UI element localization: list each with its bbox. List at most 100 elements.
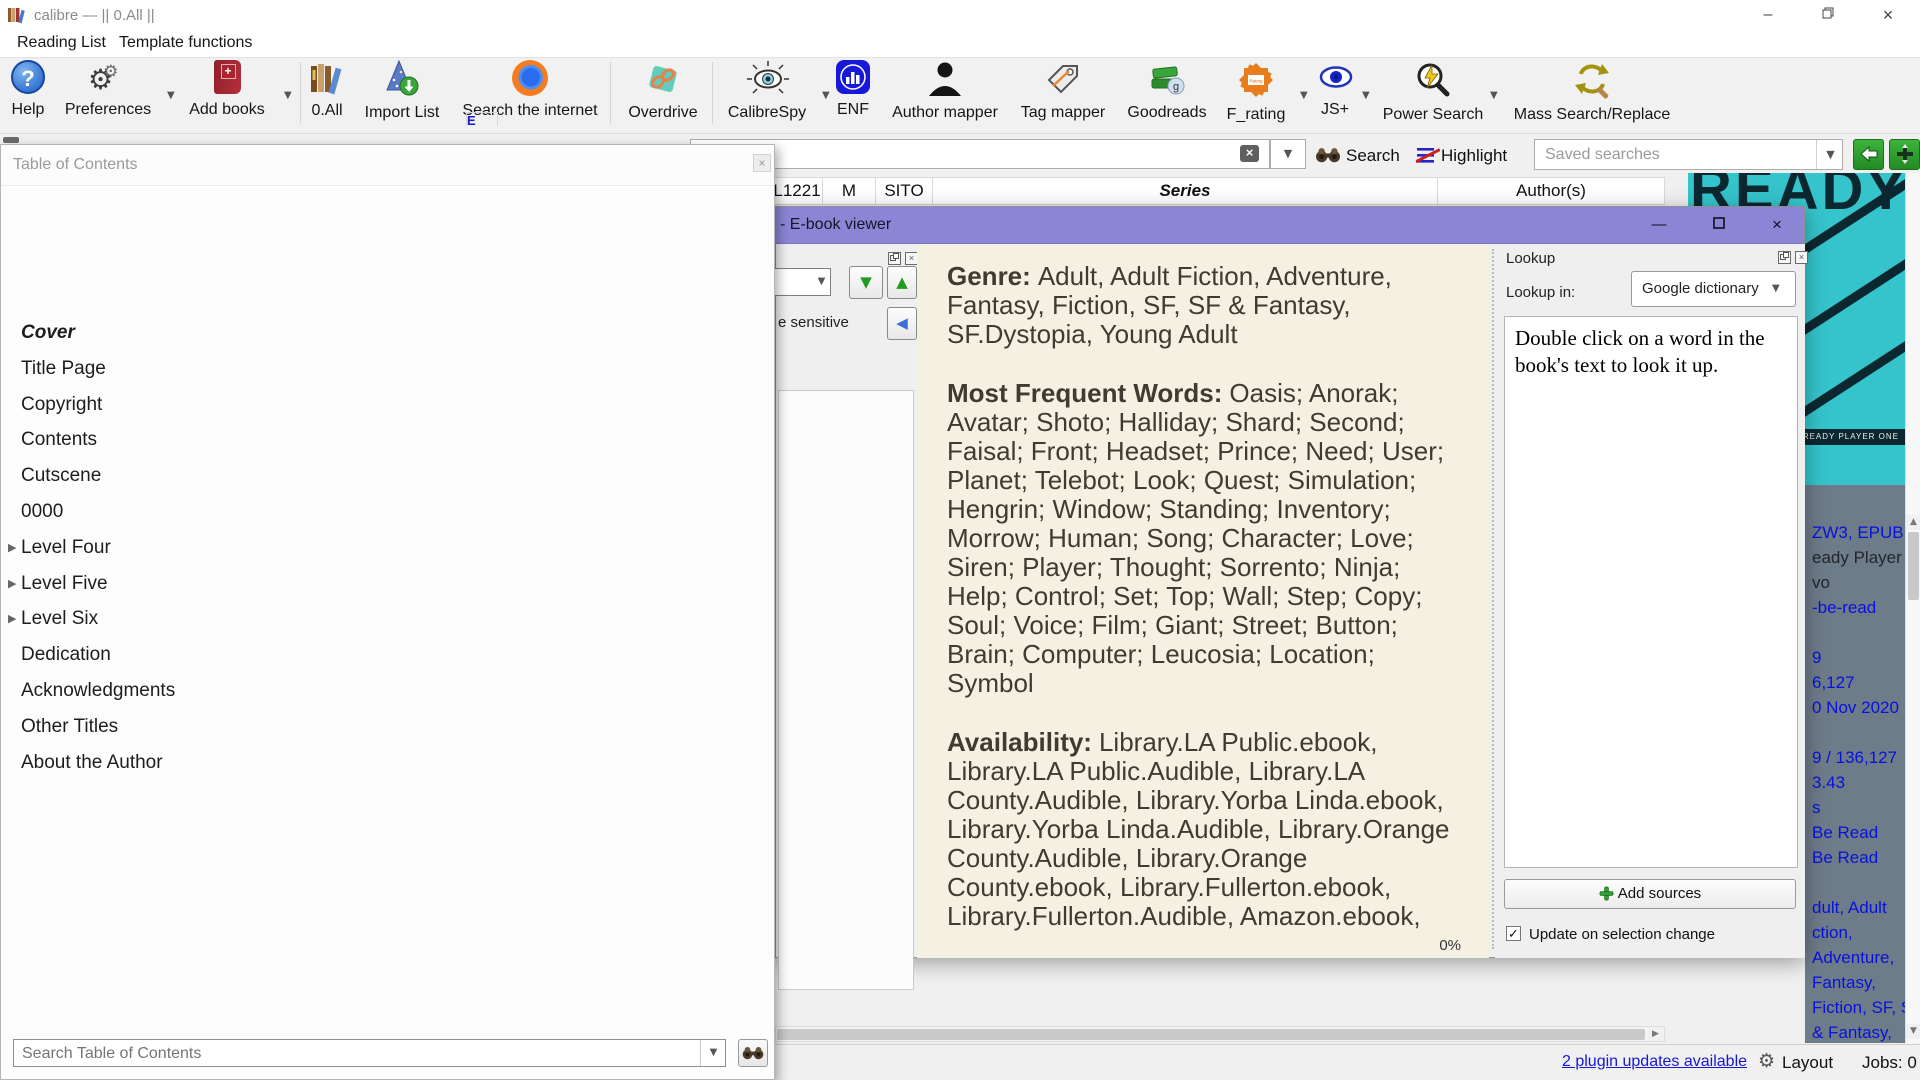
toc-entry-level-four[interactable]: ▶ Level Four [1,534,771,562]
viewer-maximize-button[interactable] [1702,215,1736,235]
case-sensitive-label[interactable]: e sensitive [778,314,849,331]
column-header-series[interactable]: Series [932,177,1437,205]
highlight-button[interactable]: Highlight [1441,146,1507,166]
toc-entry-contents[interactable]: ▶ Contents [1,426,771,454]
expand-arrow-icon[interactable]: ▶ [8,605,16,633]
clear-search-icon[interactable]: × [1240,145,1259,162]
toolbar-button-mass-search-replace[interactable]: ▼ Mass Search/Replace [1512,60,1672,124]
content-text: Library.LA Public.ebook, Library.LA Publ… [947,727,1450,931]
search-results-list[interactable] [778,390,914,990]
layout-gear-icon[interactable]: ⚙ [1758,1050,1775,1072]
search-button[interactable]: Search [1346,146,1400,166]
scrollbar-thumb[interactable] [777,1029,1645,1040]
toolbar-button-power-search[interactable]: ▼ Power Search [1353,60,1513,124]
book-detail-line[interactable]: 9 / 136,127 [1812,748,1897,768]
chevron-down-icon[interactable]: ▼ [813,269,830,295]
window-minimize-button[interactable]: – [1748,4,1788,26]
book-detail-line[interactable]: dult, Adult [1812,898,1887,918]
toc-entry-level-six[interactable]: ▶ Level Six [1,605,771,633]
toc-entry-cutscene[interactable]: ▶ Cutscene [1,462,771,490]
toc-entry-cover[interactable]: ▶ Cover [1,319,771,347]
toc-entry-level-five[interactable]: ▶ Level Five [1,570,771,598]
book-detail-line[interactable]: Fantasy, [1812,973,1876,993]
column-header-authors[interactable]: Author(s) [1437,177,1665,205]
expand-arrow-icon[interactable]: ▶ [8,570,16,598]
window-close-button[interactable]: × [1868,4,1908,26]
save-search-button[interactable] [1889,139,1920,170]
menu-reading-list[interactable]: Reading List [17,34,106,52]
book-detail-line[interactable]: eady Player [1812,548,1902,568]
toc-panel-title: Table of Contents [13,156,138,173]
column-header[interactable]: M [822,177,875,205]
book-detail-line[interactable]: & Fantasy, [1812,1023,1892,1043]
update-on-selection-checkbox[interactable]: ✓ [1506,926,1521,941]
scroll-right-icon[interactable]: ▶ [1648,1027,1663,1041]
toc-search-input[interactable] [20,1042,684,1066]
vertical-scrollbar[interactable]: ▲ ▼ [1905,173,1920,1043]
copy-search-button[interactable] [1853,139,1884,170]
toc-entry-dedication[interactable]: ▶ Dedication [1,641,771,669]
scroll-down-icon[interactable]: ▼ [1906,1024,1920,1039]
toc-panel: Table of Contents × ▶ Cover ▶ Title Page… [0,144,775,1080]
toc-entry-copyright[interactable]: ▶ Copyright [1,391,771,419]
book-detail-line[interactable]: 3.43 [1812,773,1845,793]
saved-searches-combo[interactable]: Saved searches ▼ [1534,139,1843,170]
toc-search-button[interactable] [738,1039,768,1067]
book-detail-line[interactable]: -be-read [1812,598,1876,618]
book-detail-line[interactable]: Fiction, SF, SF [1812,998,1905,1018]
toc-search-combo[interactable]: ▼ [13,1039,726,1067]
menubar: Reading List Template functions [0,30,1920,58]
book-detail-line[interactable]: Be Read [1812,848,1878,868]
content-heading: Availability: [947,727,1092,757]
book-detail-line[interactable]: 9 [1812,648,1821,668]
book-detail-line[interactable]: vo [1812,573,1830,593]
book-detail-line[interactable]: 6,127 [1812,673,1855,693]
book-detail-line[interactable]: 0 Nov 2020 [1812,698,1899,718]
toc-entry-acknowledgments[interactable]: ▶ Acknowledgments [1,677,771,705]
layout-button[interactable]: Layout [1782,1053,1833,1073]
horizontal-scrollbar[interactable]: ▶ [775,1026,1665,1042]
find-previous-button[interactable]: ▲ [887,266,917,299]
jobs-indicator[interactable]: Jobs: 0 [1862,1053,1917,1073]
toc-entry-other-titles[interactable]: ▶ Other Titles [1,713,771,741]
scroll-up-icon[interactable]: ▲ [1906,515,1920,530]
viewer-titlebar[interactable]: - E-book viewer — × [776,207,1804,244]
window-restore-button[interactable] [1808,4,1848,26]
toc-panel-header[interactable]: Table of Contents × [1,145,774,186]
find-next-button[interactable]: ▼ [849,266,883,299]
library-search-input[interactable] [690,139,1270,169]
scrollbar-thumb[interactable] [1908,532,1919,600]
chevron-down-icon[interactable]: ▼ [1772,283,1780,294]
chevron-down-icon[interactable]: ▼ [1490,90,1498,101]
book-detail-line[interactable]: ction, [1812,923,1853,943]
update-on-selection-label[interactable]: Update on selection change [1529,926,1715,943]
chevron-down-icon[interactable]: ▼ [1816,140,1844,169]
viewer-content[interactable]: 0% Genre: Adult, Adult Fiction, Adventure… [917,244,1489,958]
chevron-down-icon[interactable]: ▼ [700,1040,726,1066]
book-detail-line[interactable]: Be Read [1812,823,1878,843]
content-heading: Genre: [947,261,1031,291]
search-binoculars-icon[interactable] [1315,146,1341,168]
toc-entry-about-the-author[interactable]: ▶ About the Author [1,749,771,777]
lookup-source-select[interactable]: Google dictionary ▼ [1631,271,1796,307]
plugin-updates-link[interactable]: 2 plugin updates available [1562,1053,1747,1071]
viewer-close-button[interactable]: × [1760,215,1794,235]
book-detail-line[interactable]: s [1812,798,1821,818]
float-panel-icon[interactable] [888,252,901,265]
book-detail-line[interactable]: ZW3, EPUB [1812,523,1904,543]
expand-arrow-icon[interactable]: ▶ [8,534,16,562]
close-panel-icon[interactable]: × [1795,251,1808,264]
viewer-minimize-button[interactable]: — [1642,215,1676,235]
toc-entry-title-page[interactable]: ▶ Title Page [1,355,771,383]
column-header[interactable]: L1221 [771,177,822,205]
search-dropdown-button[interactable]: ▼ [1270,139,1306,169]
float-panel-icon[interactable] [1778,251,1791,264]
add-sources-button[interactable]: Add sources [1504,879,1796,909]
back-arrow-button[interactable]: ◀ [887,307,917,340]
book-detail-line[interactable]: Adventure, [1812,948,1894,968]
column-header[interactable]: SITO [875,177,932,205]
menu-template-functions[interactable]: Template functions [119,34,252,52]
toc-entry-0000[interactable]: ▶ 0000 [1,498,771,526]
close-icon[interactable]: × [753,154,771,172]
highlight-icon[interactable] [1415,145,1441,165]
